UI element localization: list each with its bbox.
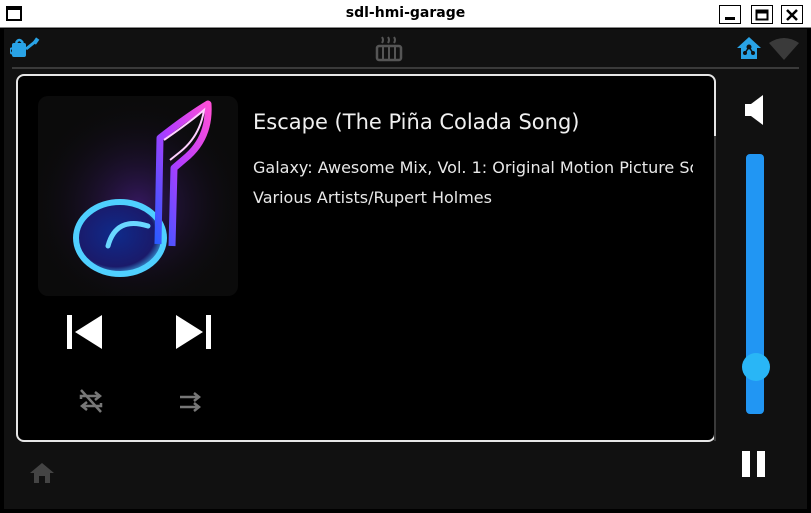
window-title: sdl-hmi-garage bbox=[345, 5, 466, 21]
wifi-icon[interactable] bbox=[768, 37, 800, 61]
smart-home-icon[interactable] bbox=[735, 35, 763, 61]
home-button[interactable] bbox=[28, 461, 56, 489]
close-icon bbox=[786, 8, 798, 21]
minimize-button[interactable] bbox=[719, 5, 741, 24]
maximize-icon bbox=[755, 9, 769, 20]
previous-button[interactable] bbox=[62, 310, 106, 354]
status-bar bbox=[4, 29, 807, 67]
watering-can-icon[interactable] bbox=[10, 35, 40, 61]
shuffle-off-icon bbox=[180, 392, 202, 412]
skip-next-icon bbox=[176, 315, 211, 349]
volume-knob[interactable] bbox=[742, 353, 770, 382]
music-note-icon bbox=[38, 96, 238, 296]
pause-icon bbox=[742, 451, 765, 477]
track-title: Escape (The Piña Colada Song) bbox=[253, 110, 580, 134]
repeat-off-icon bbox=[79, 389, 103, 413]
next-button[interactable] bbox=[172, 310, 216, 354]
album-art bbox=[38, 96, 238, 296]
shuffle-button[interactable] bbox=[176, 388, 204, 416]
now-playing-card: Escape (The Piña Colada Song) Galaxy: Aw… bbox=[16, 74, 716, 442]
home-icon bbox=[30, 463, 54, 483]
repeat-button[interactable] bbox=[76, 386, 106, 416]
window-titlebar[interactable]: sdl-hmi-garage bbox=[0, 0, 811, 28]
maximize-button[interactable] bbox=[751, 5, 773, 24]
volume-icon-wrap[interactable] bbox=[744, 93, 768, 129]
album-name: Galaxy: Awesome Mix, Vol. 1: Original Mo… bbox=[253, 158, 693, 177]
speaker-icon bbox=[745, 95, 763, 125]
artist-name: Various Artists/Rupert Holmes bbox=[253, 188, 492, 207]
close-button[interactable] bbox=[781, 5, 803, 24]
status-divider bbox=[12, 67, 799, 69]
heater-icon[interactable] bbox=[374, 35, 404, 63]
app-area: Escape (The Piña Colada Song) Galaxy: Aw… bbox=[4, 29, 807, 509]
minimize-icon bbox=[725, 16, 735, 20]
scrollbar[interactable] bbox=[714, 136, 716, 441]
play-pause-button[interactable] bbox=[738, 447, 770, 481]
skip-previous-icon bbox=[67, 315, 102, 349]
